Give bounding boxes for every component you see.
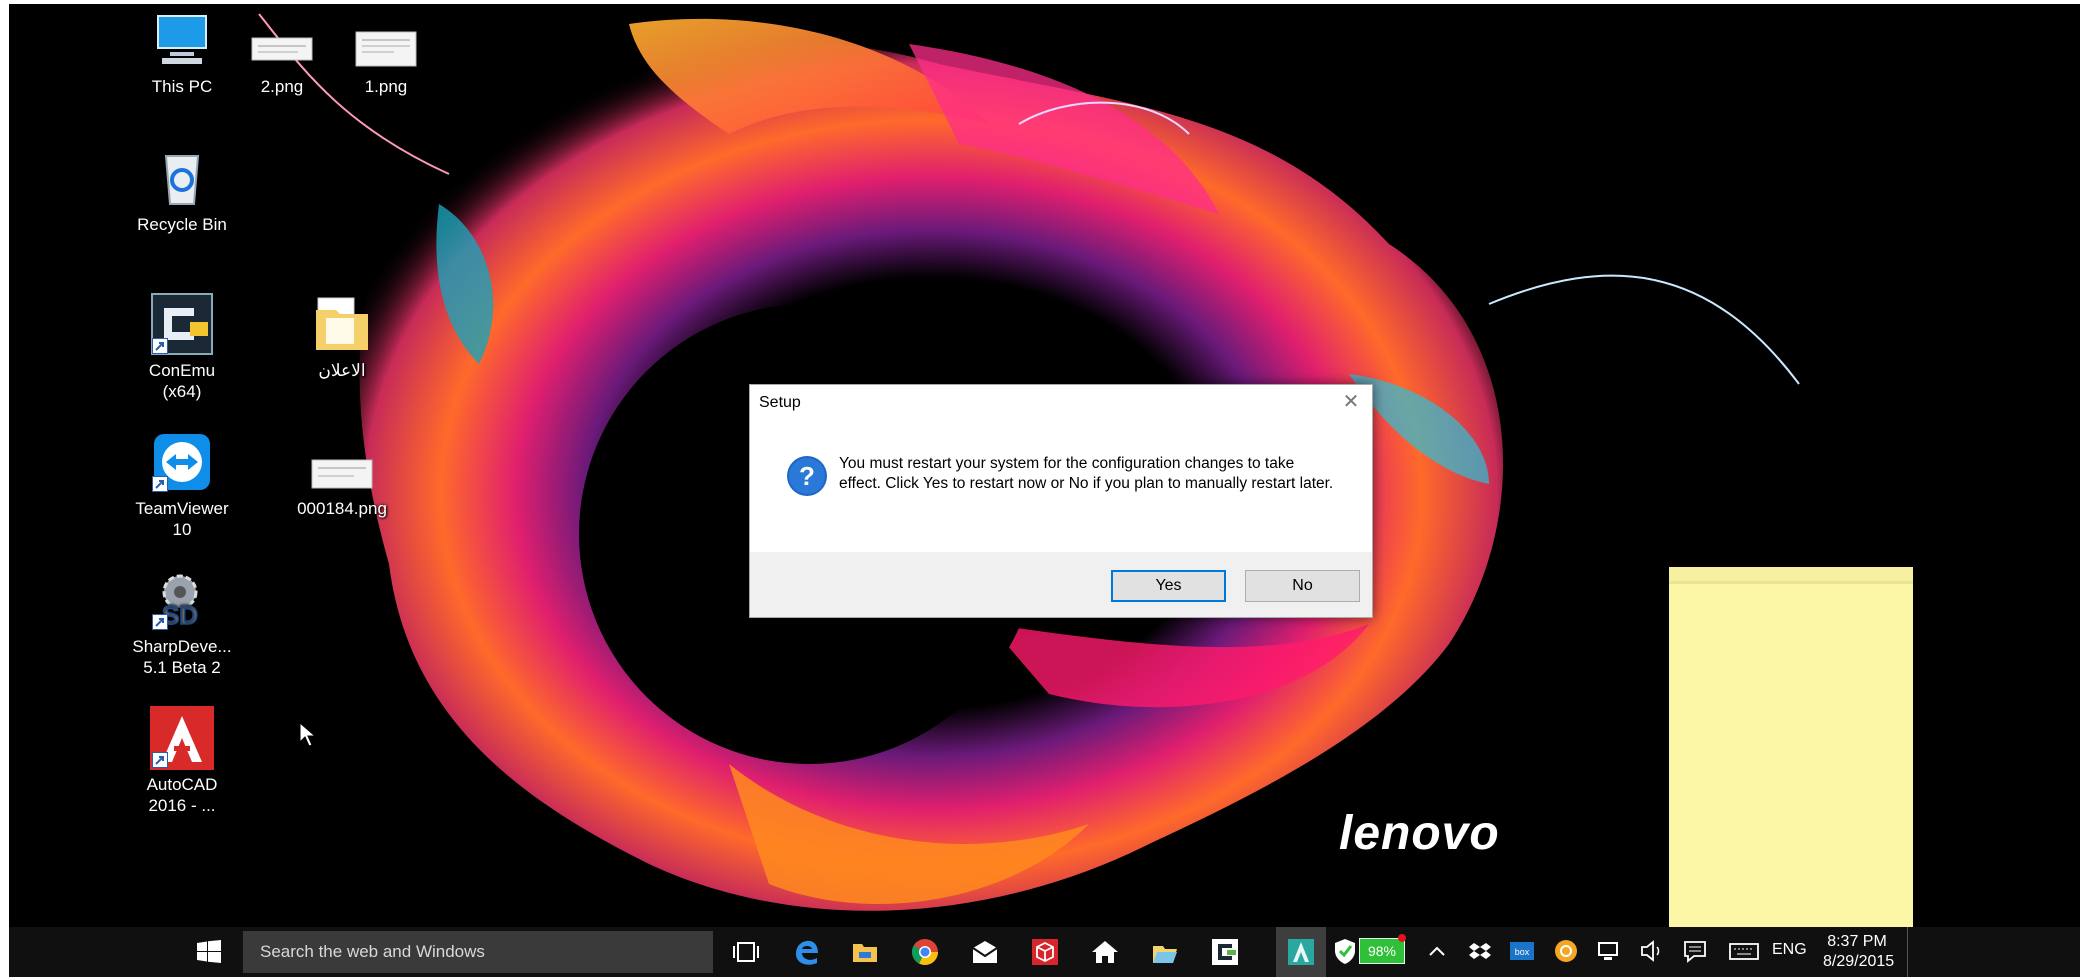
update-icon[interactable] — [1553, 937, 1579, 965]
image-file-icon — [354, 28, 418, 72]
recycle-bin-icon — [150, 146, 214, 210]
battery-indicator[interactable]: 98% — [1359, 938, 1405, 964]
file-explorer-icon — [853, 944, 877, 962]
taskbar-chrome[interactable] — [905, 932, 945, 972]
computer-icon — [150, 8, 214, 72]
dialog-button-bar: Yes No — [750, 552, 1372, 617]
search-input[interactable]: Search the web and Windows — [243, 931, 713, 973]
shortcut-arrow-icon — [152, 338, 168, 354]
desktop-icon-teamviewer[interactable]: TeamViewer 10 — [132, 430, 232, 540]
desktop-icon-label: 2.png — [260, 77, 304, 96]
desktop-icon-label: الاعلان — [318, 361, 366, 380]
question-icon: ? — [787, 456, 827, 496]
start-button[interactable] — [9, 927, 221, 977]
desktop-icon-000184-png[interactable]: 000184.png — [292, 456, 392, 519]
folder-icon — [310, 292, 374, 356]
shortcut-arrow-icon — [152, 614, 168, 630]
desktop-icon-label: TeamViewer 10 — [135, 499, 229, 539]
close-button[interactable]: ✕ — [1340, 391, 1362, 413]
mail-icon — [972, 941, 998, 963]
desktop-icon-label: SharpDeve... 5.1 Beta 2 — [132, 637, 232, 677]
keyboard-icon[interactable] — [1729, 937, 1759, 965]
chevron-up-icon[interactable] — [1427, 937, 1447, 965]
terminal-icon — [150, 292, 214, 356]
no-button[interactable]: No — [1245, 570, 1360, 602]
desktop-icon-label: AutoCAD 2016 - ... — [146, 775, 218, 815]
taskbar-conemu[interactable] — [1205, 932, 1245, 972]
sticky-note[interactable] — [1669, 567, 1913, 941]
action-center-icon[interactable] — [1682, 937, 1708, 965]
image-file-icon — [250, 28, 314, 72]
taskbar-autocad[interactable] — [1276, 927, 1326, 977]
home-icon — [1092, 941, 1118, 963]
teamviewer-icon — [150, 430, 214, 494]
task-view-button[interactable] — [726, 932, 766, 972]
package-icon — [1032, 939, 1058, 965]
box-icon[interactable]: box — [1509, 937, 1535, 965]
show-desktop-button[interactable] — [1907, 927, 1912, 977]
setup-dialog: Setup ✕ ? You must restart your system f… — [749, 384, 1373, 618]
language-indicator[interactable]: ENG — [1772, 941, 1807, 959]
taskbar-file-explorer[interactable] — [845, 932, 885, 972]
yes-button[interactable]: Yes — [1111, 570, 1226, 602]
shortcut-arrow-icon — [152, 752, 168, 768]
lenovo-logo: lenovo — [1339, 807, 1500, 860]
network-icon[interactable] — [1596, 937, 1622, 965]
taskbar-mail[interactable] — [965, 932, 1005, 972]
taskbar-package-app[interactable] — [1025, 932, 1065, 972]
windows-logo-icon — [197, 940, 221, 963]
desktop-icon-recycle-bin[interactable]: Recycle Bin — [132, 146, 232, 235]
edge-icon — [796, 940, 818, 965]
autocad-icon — [1288, 939, 1314, 965]
shortcut-arrow-icon — [152, 476, 168, 492]
desktop-icon-label: 1.png — [364, 77, 408, 96]
desktop-icon-2-png[interactable]: 2.png — [232, 28, 332, 97]
desktop-icon-label: ConEmu (x64) — [148, 361, 216, 401]
desktop-icon-label: This PC — [151, 77, 213, 96]
desktop-icon-sharpdevelop[interactable]: SD SharpDeve... 5.1 Beta 2 — [132, 568, 232, 678]
svg-text:?: ? — [799, 461, 815, 491]
folder-icon — [1153, 946, 1177, 963]
autocad-icon — [150, 706, 214, 770]
image-file-icon — [310, 456, 374, 494]
desktop-screen: This PC 2.png 1.png Recycle Bin ConEmu (… — [9, 4, 2080, 977]
sticky-note-header[interactable] — [1669, 581, 1913, 584]
sharpdevelop-icon: SD — [150, 568, 214, 632]
conemu-icon — [1212, 939, 1238, 965]
svg-text:box: box — [1515, 947, 1530, 957]
task-view-icon — [733, 942, 759, 962]
taskbar-edge[interactable] — [786, 932, 826, 972]
taskbar-home-app[interactable] — [1085, 932, 1125, 972]
desktop-icon-folder-arabic[interactable]: الاعلان — [292, 292, 392, 381]
taskbar-folder-app[interactable] — [1145, 932, 1185, 972]
volume-icon[interactable] — [1639, 937, 1665, 965]
desktop-icon-conemu[interactable]: ConEmu (x64) — [132, 292, 232, 402]
clock[interactable]: 8:37 PM 8/29/2015 — [1823, 932, 1895, 972]
desktop-icon-label: 000184.png — [297, 499, 387, 518]
mouse-cursor-icon — [299, 722, 317, 747]
desktop-icon-1-png[interactable]: 1.png — [336, 28, 436, 97]
clock-time: 8:37 PM — [1827, 933, 1887, 950]
dropbox-icon[interactable] — [1469, 937, 1491, 965]
shield-tray-icon[interactable] — [1333, 937, 1357, 965]
dialog-title: Setup — [759, 394, 801, 411]
chrome-icon — [911, 939, 938, 965]
desktop-icon-autocad[interactable]: AutoCAD 2016 - ... — [132, 706, 232, 816]
notification-badge — [1398, 934, 1406, 942]
desktop-icon-this-pc[interactable]: This PC — [132, 8, 232, 97]
clock-date: 8/29/2015 — [1823, 953, 1895, 970]
dialog-message: You must restart your system for the con… — [839, 455, 1334, 492]
taskbar: Search the web and Windows 98% box ENG 8… — [9, 927, 2080, 977]
desktop-icon-label: Recycle Bin — [137, 215, 227, 234]
